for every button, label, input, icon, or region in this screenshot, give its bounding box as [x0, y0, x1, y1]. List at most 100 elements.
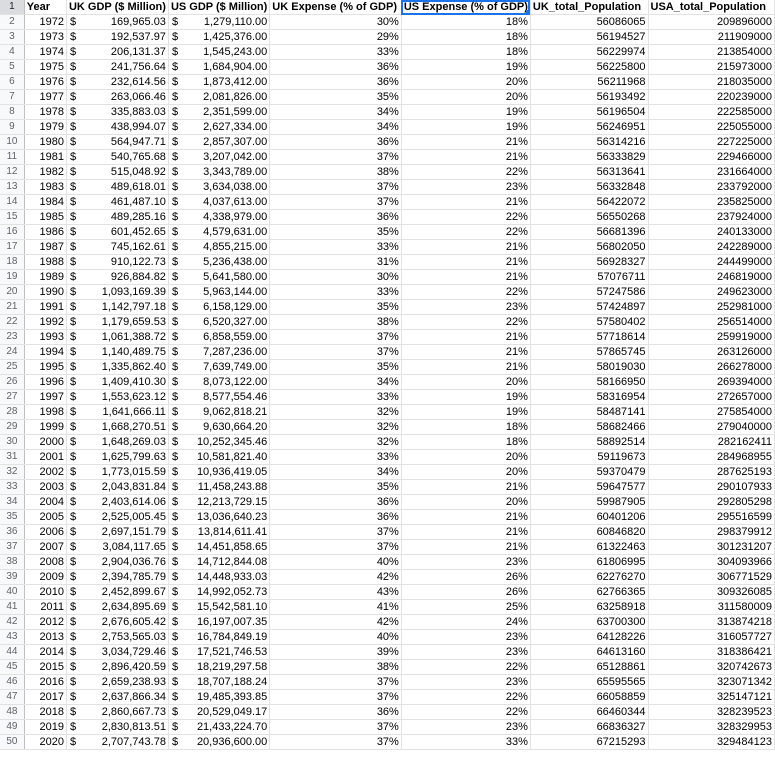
uk-population-cell[interactable]: 56313641	[530, 164, 649, 180]
us-gdp-cell[interactable]: $1,873,412.00	[168, 74, 271, 90]
uk-gdp-cell[interactable]: $263,066.46	[66, 89, 169, 105]
uk-expense-cell[interactable]: 32%	[269, 434, 402, 450]
row-number[interactable]: 8	[0, 104, 25, 120]
uk-gdp-cell[interactable]: $1,625,799.63	[66, 449, 169, 465]
uk-population-cell[interactable]: 66836327	[530, 719, 649, 735]
us-expense-cell[interactable]: 18%	[401, 419, 531, 435]
us-expense-cell[interactable]: 26%	[401, 569, 531, 585]
uk-expense-cell[interactable]: 33%	[269, 449, 402, 465]
year-cell[interactable]: 1977	[24, 89, 67, 105]
year-cell[interactable]: 1995	[24, 359, 67, 375]
uk-population-cell[interactable]: 56928327	[530, 254, 649, 270]
row-number[interactable]: 46	[0, 674, 25, 690]
uk-gdp-cell[interactable]: $2,403,614.06	[66, 494, 169, 510]
row-number[interactable]: 32	[0, 464, 25, 480]
uk-population-cell[interactable]: 56194527	[530, 29, 649, 45]
uk-gdp-cell[interactable]: $1,409,410.30	[66, 374, 169, 390]
uk-gdp-cell[interactable]: $1,553,623.12	[66, 389, 169, 405]
usa-population-cell[interactable]: 311580009	[648, 599, 775, 615]
uk-gdp-cell[interactable]: $2,697,151.79	[66, 524, 169, 540]
row-number[interactable]: 5	[0, 59, 25, 75]
year-cell[interactable]: 2015	[24, 659, 67, 675]
us-expense-cell[interactable]: 23%	[401, 179, 531, 195]
uk-gdp-cell[interactable]: $2,394,785.79	[66, 569, 169, 585]
us-expense-cell[interactable]: 21%	[401, 329, 531, 345]
us-gdp-cell[interactable]: $9,630,664.20	[168, 419, 271, 435]
uk-expense-cell[interactable]: 37%	[269, 674, 402, 690]
year-cell[interactable]: 1992	[24, 314, 67, 330]
us-gdp-cell[interactable]: $19,485,393.85	[168, 689, 271, 705]
usa-population-cell[interactable]: 301231207	[648, 539, 775, 555]
uk-gdp-cell[interactable]: $2,525,005.45	[66, 509, 169, 525]
row-number[interactable]: 35	[0, 509, 25, 525]
uk-gdp-cell[interactable]: $192,537.97	[66, 29, 169, 45]
usa-population-cell[interactable]: 282162411	[648, 434, 775, 450]
us-gdp-cell[interactable]: $21,433,224.70	[168, 719, 271, 735]
row-number[interactable]: 25	[0, 359, 25, 375]
uk-population-cell[interactable]: 62276270	[530, 569, 649, 585]
us-expense-cell[interactable]: 18%	[401, 434, 531, 450]
year-cell[interactable]: 1990	[24, 284, 67, 300]
uk-gdp-cell[interactable]: $2,753,565.03	[66, 629, 169, 645]
uk-expense-cell[interactable]: 42%	[269, 569, 402, 585]
row-number[interactable]: 10	[0, 134, 25, 150]
us-expense-cell[interactable]: 21%	[401, 269, 531, 285]
usa-population-cell[interactable]: 244499000	[648, 254, 775, 270]
header-uk-gdp[interactable]: UK GDP ($ Million)	[66, 0, 169, 15]
uk-gdp-cell[interactable]: $206,131.37	[66, 44, 169, 60]
year-cell[interactable]: 2013	[24, 629, 67, 645]
uk-expense-cell[interactable]: 43%	[269, 584, 402, 600]
us-gdp-cell[interactable]: $5,236,438.00	[168, 254, 271, 270]
uk-expense-cell[interactable]: 31%	[269, 254, 402, 270]
us-gdp-cell[interactable]: $8,073,122.00	[168, 374, 271, 390]
uk-expense-cell[interactable]: 35%	[269, 89, 402, 105]
usa-population-cell[interactable]: 329484123	[648, 734, 775, 750]
usa-population-cell[interactable]: 313874218	[648, 614, 775, 630]
usa-population-cell[interactable]: 290107933	[648, 479, 775, 495]
us-expense-cell[interactable]: 22%	[401, 284, 531, 300]
us-expense-cell[interactable]: 24%	[401, 614, 531, 630]
uk-expense-cell[interactable]: 35%	[269, 299, 402, 315]
year-cell[interactable]: 2019	[24, 719, 67, 735]
year-cell[interactable]: 1997	[24, 389, 67, 405]
uk-expense-cell[interactable]: 40%	[269, 554, 402, 570]
us-expense-cell[interactable]: 18%	[401, 44, 531, 60]
uk-population-cell[interactable]: 58892514	[530, 434, 649, 450]
uk-expense-cell[interactable]: 34%	[269, 374, 402, 390]
uk-expense-cell[interactable]: 34%	[269, 119, 402, 135]
us-gdp-cell[interactable]: $9,062,818.21	[168, 404, 271, 420]
uk-population-cell[interactable]: 58166950	[530, 374, 649, 390]
us-expense-cell[interactable]: 21%	[401, 524, 531, 540]
year-cell[interactable]: 2008	[24, 554, 67, 570]
row-number[interactable]: 44	[0, 644, 25, 660]
usa-population-cell[interactable]: 292805298	[648, 494, 775, 510]
us-gdp-cell[interactable]: $3,343,789.00	[168, 164, 271, 180]
year-cell[interactable]: 1998	[24, 404, 67, 420]
usa-population-cell[interactable]: 316057727	[648, 629, 775, 645]
uk-gdp-cell[interactable]: $1,093,169.39	[66, 284, 169, 300]
row-number[interactable]: 22	[0, 314, 25, 330]
uk-expense-cell[interactable]: 37%	[269, 539, 402, 555]
uk-expense-cell[interactable]: 36%	[269, 59, 402, 75]
us-expense-cell[interactable]: 21%	[401, 239, 531, 255]
row-number[interactable]: 43	[0, 629, 25, 645]
year-cell[interactable]: 2017	[24, 689, 67, 705]
us-expense-cell[interactable]: 22%	[401, 209, 531, 225]
row-number[interactable]: 2	[0, 14, 25, 30]
usa-population-cell[interactable]: 218035000	[648, 74, 775, 90]
row-number[interactable]: 4	[0, 44, 25, 60]
us-expense-cell[interactable]: 21%	[401, 344, 531, 360]
uk-gdp-cell[interactable]: $2,896,420.59	[66, 659, 169, 675]
uk-population-cell[interactable]: 56246951	[530, 119, 649, 135]
uk-expense-cell[interactable]: 37%	[269, 179, 402, 195]
year-cell[interactable]: 2002	[24, 464, 67, 480]
uk-population-cell[interactable]: 56332848	[530, 179, 649, 195]
us-gdp-cell[interactable]: $7,287,236.00	[168, 344, 271, 360]
us-gdp-cell[interactable]: $10,581,821.40	[168, 449, 271, 465]
uk-gdp-cell[interactable]: $3,084,117.65	[66, 539, 169, 555]
us-gdp-cell[interactable]: $10,252,345.46	[168, 434, 271, 450]
uk-gdp-cell[interactable]: $2,904,036.76	[66, 554, 169, 570]
us-gdp-cell[interactable]: $4,037,613.00	[168, 194, 271, 210]
row-number[interactable]: 47	[0, 689, 25, 705]
uk-population-cell[interactable]: 57865745	[530, 344, 649, 360]
